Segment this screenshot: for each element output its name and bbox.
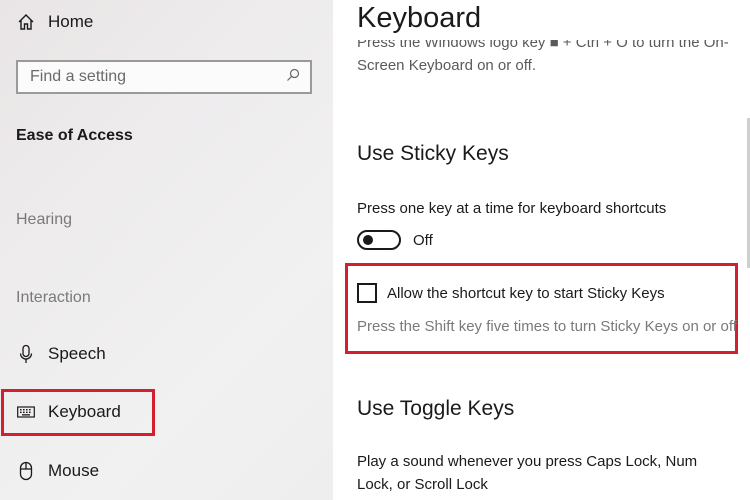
sticky-shortcut-checkbox[interactable] (357, 283, 377, 303)
sidebar-item-label: Speech (48, 344, 106, 363)
sticky-keys-heading: Use Sticky Keys (357, 142, 509, 165)
sticky-shortcut-checkbox-row[interactable]: Allow the shortcut key to start Sticky K… (357, 283, 665, 303)
onscreen-desc-line1: Press the Windows logo key ■ + Ctrl + O … (357, 40, 729, 51)
sidebar-item-label: Mouse (48, 461, 100, 480)
search-icon[interactable] (286, 68, 300, 87)
onscreen-desc-line2: Screen Keyboard on or off. (357, 57, 537, 74)
checkbox-highlight-box (345, 263, 738, 354)
keyboard-highlight-box (1, 389, 155, 436)
group-label-interaction: Interaction (16, 289, 91, 306)
toggle-state-label: Off (413, 231, 433, 249)
nav-home[interactable]: Home (16, 12, 93, 32)
toggle-keys-heading: Use Toggle Keys (357, 397, 515, 420)
sidebar-section-title: Ease of Access (16, 127, 133, 144)
search-input[interactable] (30, 68, 270, 86)
checkbox-hint: Press the Shift key five times to turn S… (357, 318, 737, 335)
sidebar-item-speech[interactable]: Speech (16, 344, 106, 364)
settings-sidebar: Home Ease of Access Hearing Interaction … (0, 0, 333, 500)
sticky-keys-toggle[interactable] (357, 230, 401, 250)
sidebar-item-mouse[interactable]: Mouse (16, 461, 99, 481)
nav-home-label: Home (48, 12, 94, 31)
main-content: Keyboard Press the Windows logo key ■ + … (333, 0, 750, 500)
page-title: Keyboard (357, 2, 482, 34)
group-label-hearing: Hearing (16, 211, 73, 228)
onscreen-keyboard-description: Press the Windows logo key ■ + Ctrl + O … (357, 40, 737, 77)
checkbox-label[interactable]: Allow the shortcut key to start Sticky K… (387, 285, 665, 302)
search-box[interactable] (16, 60, 312, 94)
microphone-icon (16, 344, 36, 364)
home-icon (16, 12, 36, 32)
sticky-keys-description: Press one key at a time for keyboard sho… (357, 200, 667, 217)
sticky-keys-toggle-row: Off (357, 230, 433, 250)
toggle-keys-description: Play a sound whenever you press Caps Loc… (357, 453, 698, 493)
mouse-icon (16, 461, 36, 481)
